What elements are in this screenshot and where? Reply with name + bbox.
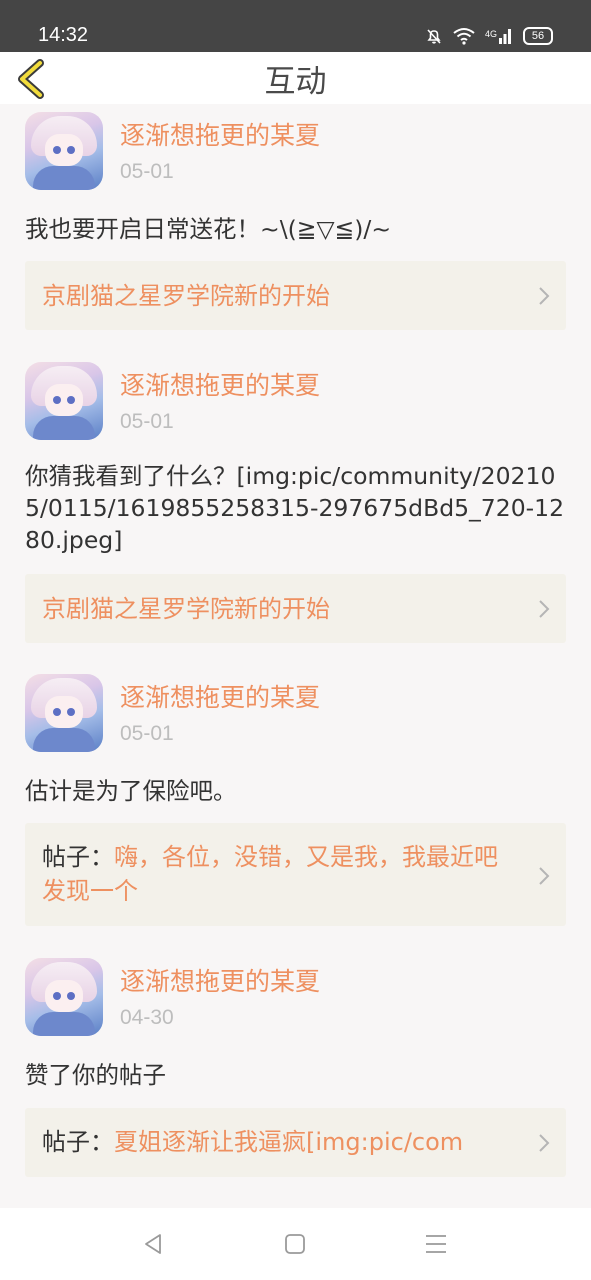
status-time: 14:32 — [38, 24, 89, 46]
mute-bell-icon — [427, 29, 441, 44]
message-text: 估计是为了保险吧。 — [25, 777, 237, 805]
page-title: 互动 — [264, 64, 327, 100]
message-text: 赞了你的帖子 — [25, 1061, 166, 1089]
app-header: 互动 — [0, 52, 591, 104]
chevron-right-icon — [539, 600, 550, 618]
post-date: 04-30 — [120, 1006, 174, 1029]
network-type-label: 4G — [484, 29, 497, 39]
post-reference-title: 京剧猫之星罗学院新的开始 — [42, 282, 330, 310]
post-date: 05-01 — [120, 160, 174, 183]
nav-back-icon[interactable] — [141, 1232, 165, 1256]
username[interactable]: 逐渐想拖更的某夏 — [120, 682, 320, 714]
post-reference-text: 京剧猫之星罗学院新的开始 — [42, 279, 516, 313]
post-reference-card[interactable]: 京剧猫之星罗学院新的开始 — [25, 574, 566, 643]
avatar[interactable] — [25, 112, 103, 190]
post-reference-card[interactable]: 帖子：夏姐逐渐让我逼疯[img:pic/com — [25, 1108, 566, 1177]
wifi-icon — [453, 28, 475, 45]
post-date: 05-01 — [120, 722, 174, 745]
battery-icon: 56 — [523, 27, 553, 45]
username[interactable]: 逐渐想拖更的某夏 — [120, 120, 320, 152]
post-reference-text: 帖子：嗨，各位，没错，又是我，我最近吧发现一个 — [42, 840, 516, 908]
post-reference-prefix: 帖子： — [42, 843, 114, 871]
signal-group: 4G — [485, 27, 513, 45]
nav-menu-icon[interactable] — [424, 1233, 448, 1255]
post-reference-title: 夏姐逐渐让我逼疯[img:pic/com — [114, 1128, 464, 1156]
chevron-right-icon — [539, 1134, 550, 1152]
nav-home-icon[interactable] — [284, 1233, 306, 1255]
username[interactable]: 逐渐想拖更的某夏 — [120, 370, 320, 402]
avatar[interactable] — [25, 958, 103, 1036]
avatar[interactable] — [25, 674, 103, 752]
post-reference-text: 帖子：夏姐逐渐让我逼疯[img:pic/com — [42, 1125, 516, 1159]
message-text: 你猜我看到了什么？[img:pic/community/202105/0115/… — [25, 462, 565, 554]
status-bar: 14:32 4G 56 — [0, 0, 591, 52]
avatar[interactable] — [25, 362, 103, 440]
post-reference-text: 京剧猫之星罗学院新的开始 — [42, 592, 516, 626]
status-icons: 4G 56 — [425, 24, 553, 48]
post-reference-card[interactable]: 京剧猫之星罗学院新的开始 — [25, 261, 566, 330]
post-date: 05-01 — [120, 410, 174, 433]
chevron-right-icon — [539, 287, 550, 305]
post-reference-card[interactable]: 帖子：嗨，各位，没错，又是我，我最近吧发现一个 — [25, 823, 566, 926]
system-navigation-bar — [0, 1208, 591, 1280]
message-text: 我也要开启日常送花！~\(≧▽≦)/~ — [25, 215, 392, 243]
username[interactable]: 逐渐想拖更的某夏 — [120, 966, 320, 998]
chevron-right-icon — [539, 867, 550, 885]
post-reference-prefix: 帖子： — [42, 1128, 114, 1156]
post-reference-title: 京剧猫之星罗学院新的开始 — [42, 595, 330, 623]
interaction-list[interactable]: 逐渐想拖更的某夏 05-01 我也要开启日常送花！~\(≧▽≦)/~ 京剧猫之星… — [0, 104, 591, 1208]
